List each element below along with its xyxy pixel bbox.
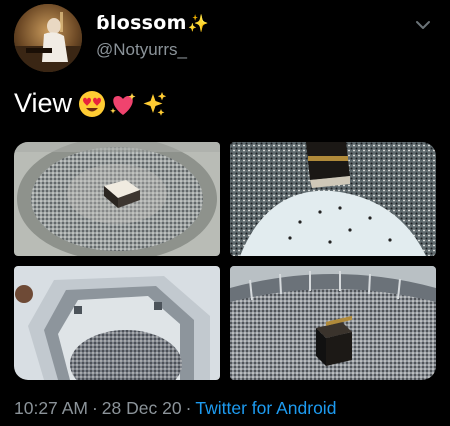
meta-separator-2: · — [185, 398, 192, 418]
meta-separator: · — [91, 398, 98, 418]
display-name[interactable]: ɓlossom — [96, 12, 187, 34]
chevron-down-icon[interactable] — [412, 14, 434, 36]
heart-eyes-emoji — [79, 90, 106, 117]
sparkling-heart-emoji — [110, 92, 136, 115]
tweet-date[interactable]: 28 Dec 20 — [102, 398, 182, 418]
sparkles-icon: ✨ — [187, 14, 209, 33]
sparkles-emoji — [143, 91, 167, 116]
tweet-header: ɓlossom✨ @Notyurrs_ — [14, 4, 436, 74]
media-photo-3[interactable] — [14, 266, 220, 380]
media-photo-2[interactable] — [230, 142, 436, 256]
tweet-metadata: 10:27 AM · 28 Dec 20 · Twitter for Android — [14, 398, 336, 419]
media-grid — [14, 142, 436, 380]
media-photo-1[interactable] — [14, 142, 220, 256]
tweet-body: View — [14, 88, 73, 118]
user-handle[interactable]: @Notyurrs_ — [96, 40, 209, 60]
tweet-text: View — [14, 88, 171, 119]
tweet-time[interactable]: 10:27 AM — [14, 398, 88, 418]
avatar[interactable] — [14, 4, 82, 72]
tweet-source-link[interactable]: Twitter for Android — [195, 398, 336, 418]
media-photo-4[interactable] — [230, 266, 436, 380]
